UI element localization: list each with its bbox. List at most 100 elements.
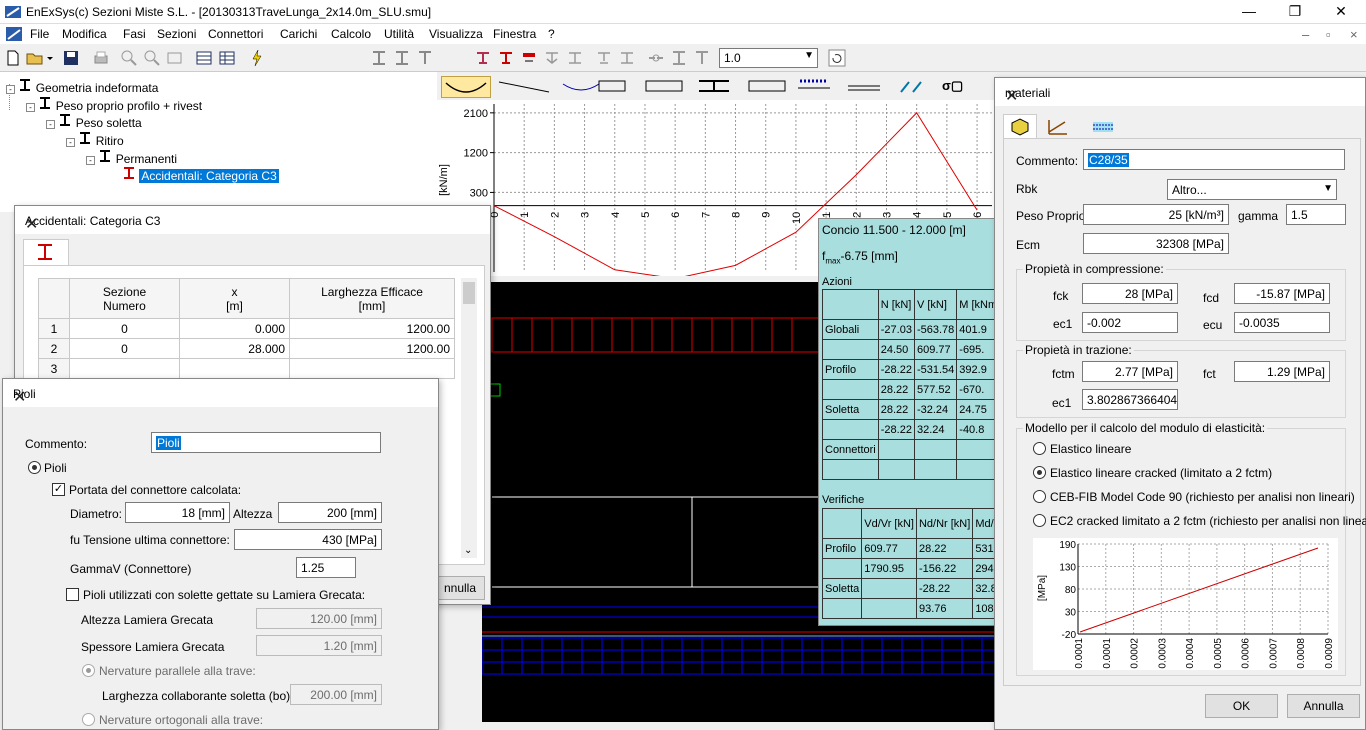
diagram-tab-section[interactable] [595,76,630,98]
ecu-input[interactable]: -0.0035 [1234,312,1330,333]
gamma-input[interactable]: 1.25 [296,557,356,578]
load-icon[interactable] [543,49,561,67]
diagram-tab-slab[interactable] [842,76,887,98]
restore-button[interactable]: ❐ [1272,0,1318,24]
ec1-input[interactable]: -0.002 [1082,312,1178,333]
radio-elastico-cracked[interactable] [1033,466,1046,479]
ok-button[interactable]: OK [1205,694,1278,718]
fcd-input[interactable]: -15.87 [MPa] [1234,283,1330,304]
save-icon[interactable] [62,49,80,67]
altezza-input[interactable]: 200 [mm] [278,502,382,523]
cell-x[interactable] [179,358,290,379]
sp-lamiera-input[interactable]: 1.20 [mm] [256,635,382,656]
commento-input[interactable]: Pioli [151,432,381,453]
beam-t-icon[interactable] [416,49,434,67]
diagram-tab-section2[interactable] [695,76,735,98]
table-row[interactable]: 1 0 0.000 1200.00 [38,318,455,339]
menu-utilita[interactable]: Utilità [384,27,414,41]
zoom-window-icon[interactable] [166,49,184,67]
support-icon[interactable] [595,49,613,67]
portata-checkbox[interactable]: ✓ [52,483,65,496]
rbk-select[interactable]: Altro... ▼ [1167,179,1337,200]
table-row[interactable]: 3 [38,358,455,379]
connector-red-icon[interactable] [497,49,515,67]
tab-section[interactable] [23,239,69,265]
radio-elastico-lineare[interactable] [1033,442,1046,455]
vertical-scrollbar[interactable]: ⌄ [461,278,477,558]
table-view-icon[interactable] [218,49,236,67]
cell-sezione[interactable] [69,358,180,379]
nervature-ortogonali-radio[interactable] [82,713,95,726]
tree-node-geometria[interactable]: - Geometria indeformata [6,78,158,95]
section2-icon[interactable] [693,49,711,67]
mdi-close-button[interactable]: × [1350,27,1358,42]
peso-input[interactable]: 25 [kN/m³] [1083,204,1229,225]
mdi-minimize-button[interactable]: – [1302,27,1309,42]
diagram-tab-stress[interactable] [642,76,687,98]
gamma-input[interactable]: 1.5 [1286,204,1346,225]
menu-file[interactable]: File [30,27,49,41]
menu-visualizza[interactable]: Visualizza [429,27,483,41]
tab-diagram[interactable] [1041,116,1075,138]
fck-input[interactable]: 28 [MPa] [1082,283,1178,304]
tab-reinforcement[interactable] [1087,116,1121,138]
cell-sezione[interactable]: 0 [69,318,180,339]
annulla-button[interactable]: Annulla [1287,694,1360,718]
close-icon[interactable]: ✕ [13,387,430,407]
lamiera-checkbox[interactable] [66,588,79,601]
grid-view-icon[interactable] [195,49,213,67]
connector-icon[interactable] [474,49,492,67]
menu-finestra[interactable]: Finestra [493,27,536,41]
tree-node-peso-profilo[interactable]: - Peso proprio profilo + rivest [26,96,202,113]
close-icon[interactable]: ✕ [1005,86,1357,106]
tree-node-permanenti[interactable]: - Permanenti [86,149,177,166]
menu-help[interactable]: ? [548,27,555,41]
diagram-tab-moment[interactable] [441,76,491,98]
diametro-input[interactable]: 18 [mm] [125,502,230,523]
larghezza-input[interactable]: 200.00 [mm] [290,684,382,705]
menu-connettori[interactable]: Connettori [208,27,263,41]
zoom-in-icon[interactable] [120,49,138,67]
menu-sezioni[interactable]: Sezioni [157,27,196,41]
connector-red2-icon[interactable] [520,49,538,67]
ecm-input[interactable]: 32308 [MPa] [1083,233,1229,254]
cell-larghezza[interactable]: 1200.00 [289,318,455,339]
close-button[interactable]: ✕ [1318,0,1364,24]
fu-input[interactable]: 430 [MPa] [234,529,382,550]
commento-input[interactable]: C28/35 [1083,149,1345,170]
diagram-tab-arrows[interactable] [895,76,935,98]
table-row[interactable]: 2 0 28.000 1200.00 [38,338,455,359]
run-icon[interactable] [248,49,266,67]
zoom-select[interactable]: 1.0 ▼ [719,48,818,68]
cell-x[interactable]: 0.000 [179,318,290,339]
cell-larghezza[interactable] [289,358,455,379]
diagram-tab-shear[interactable] [495,76,555,98]
support2-icon[interactable] [618,49,636,67]
zoom-out-icon[interactable] [143,49,161,67]
tree-node-accidentali[interactable]: Accidentali: Categoria C3 [122,166,279,183]
diagram-tab-section3[interactable] [745,76,790,98]
menu-calcolo[interactable]: Calcolo [331,27,371,41]
beam-i2-icon[interactable] [393,49,411,67]
minimize-button[interactable]: — [1226,0,1272,24]
pioli-radio[interactable] [28,461,41,474]
beam-i-icon[interactable] [370,49,388,67]
cell-sezione[interactable]: 0 [69,338,180,359]
tree-node-ritiro[interactable]: - Ritiro [66,131,124,148]
menu-fasi[interactable]: Fasi [123,27,146,41]
menu-carichi[interactable]: Carichi [280,27,317,41]
radio-ceb-fib[interactable] [1033,490,1046,503]
cell-larghezza[interactable]: 1200.00 [289,338,455,359]
open-dropdown-icon[interactable] [44,49,56,67]
accidentali-annulla-button[interactable]: nnulla [435,576,485,600]
scroll-down-icon[interactable]: ⌄ [464,545,472,556]
diagram-tab-sigma[interactable]: σ▢ [942,76,987,98]
open-folder-icon[interactable] [26,49,44,67]
menu-modifica[interactable]: Modifica [62,27,107,41]
new-file-icon[interactable] [4,49,22,67]
diagram-tab-connectors[interactable] [792,76,837,98]
fctm-input[interactable]: 2.77 [MPa] [1082,361,1178,382]
load2-icon[interactable] [566,49,584,67]
close-icon[interactable]: ✕ [25,214,482,234]
alt-lamiera-input[interactable]: 120.00 [mm] [256,608,382,629]
